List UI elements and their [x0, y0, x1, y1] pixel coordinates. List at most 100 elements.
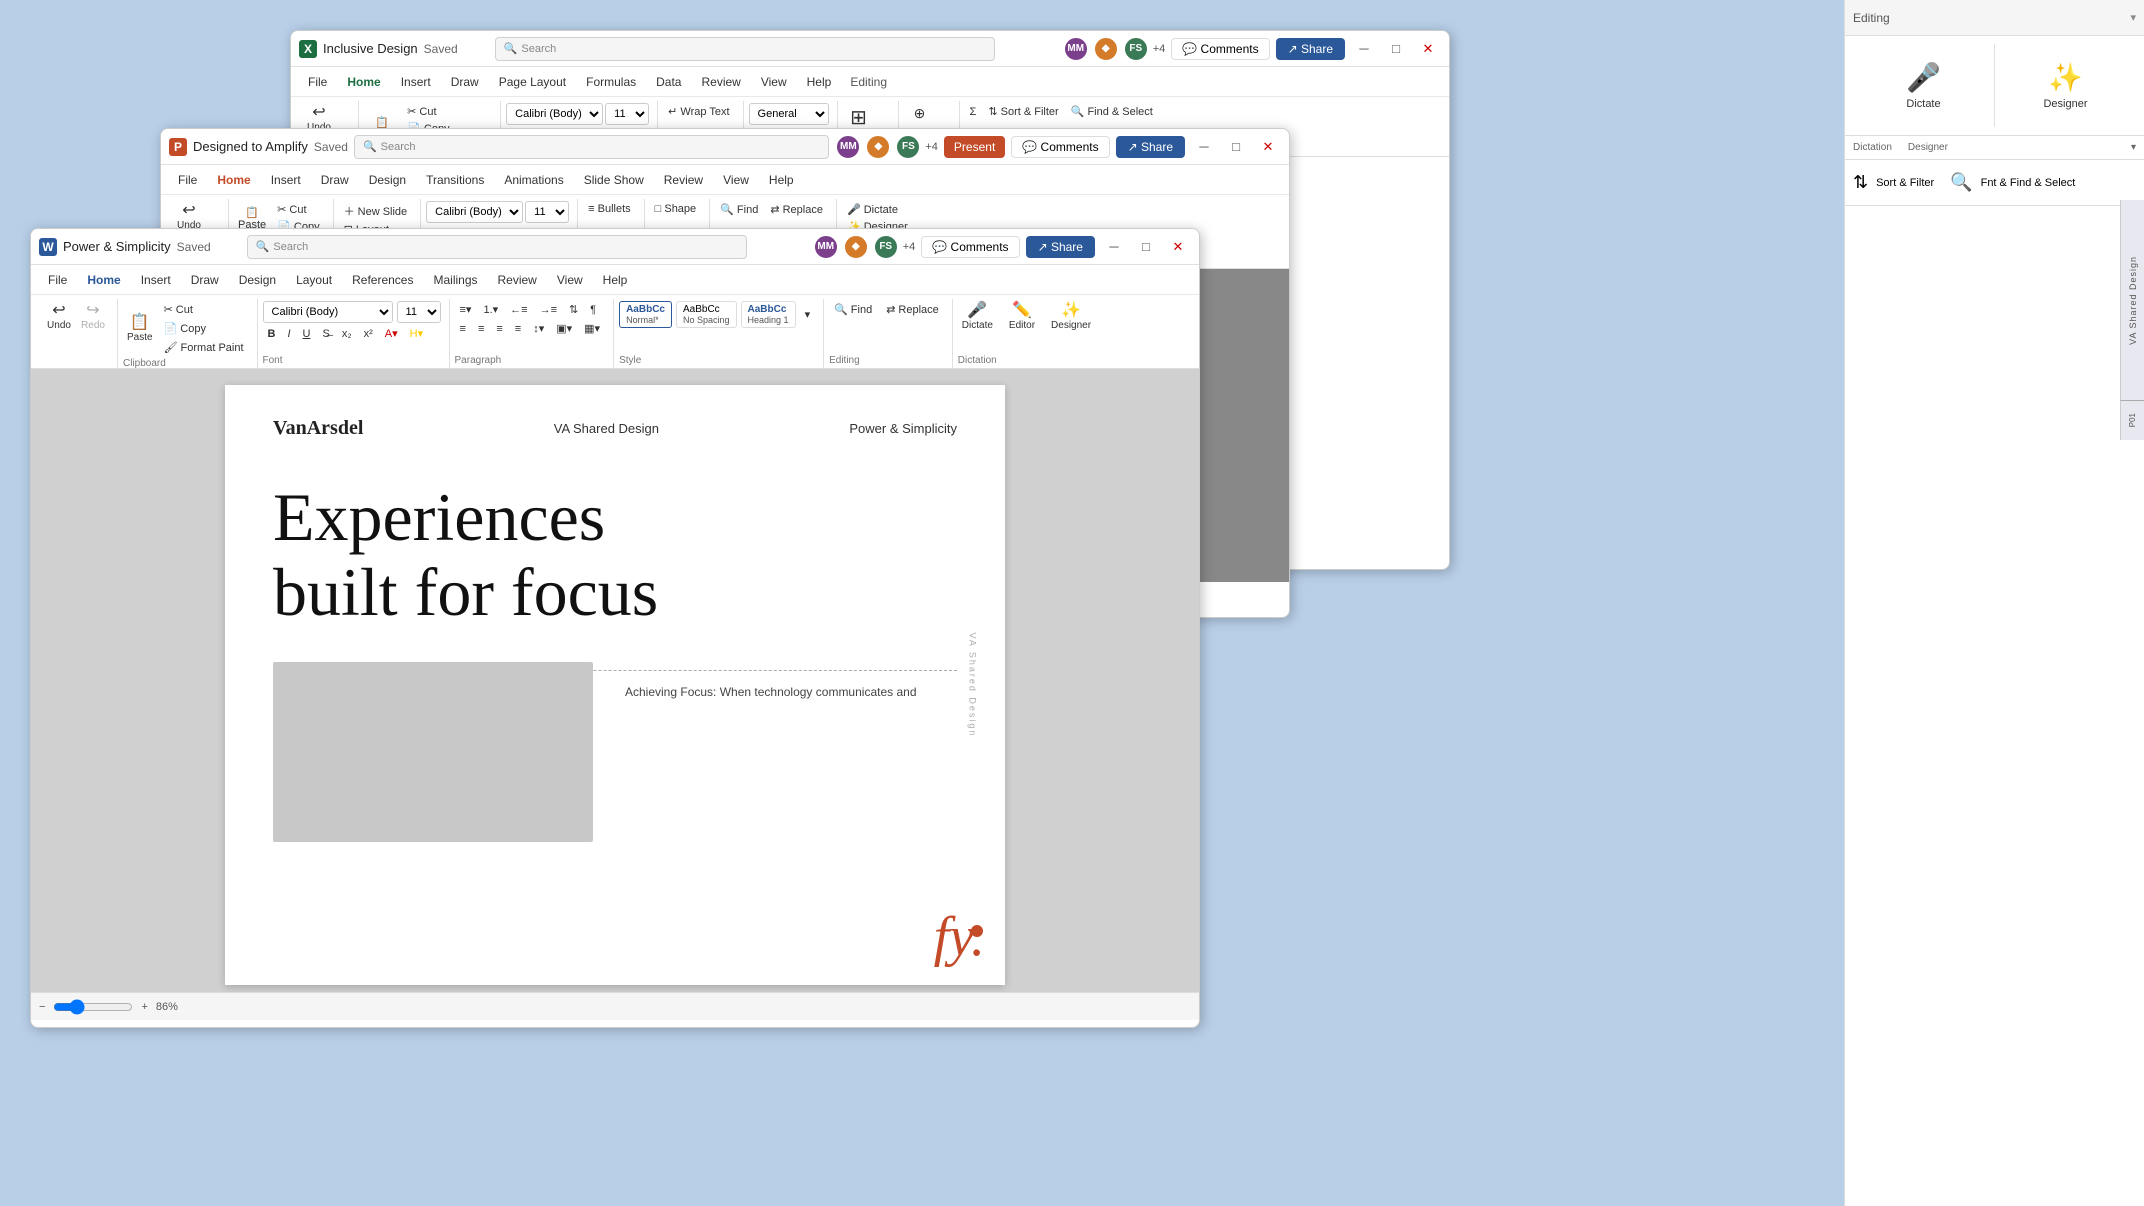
- word-cut-button[interactable]: ✂ Cut: [159, 301, 249, 318]
- excel-cut-button[interactable]: ✂ Cut: [402, 103, 441, 120]
- word-fontsize-select[interactable]: 11: [397, 301, 441, 323]
- ppt-cut-button[interactable]: ✂ Cut: [272, 201, 311, 218]
- ppt-minimize-button[interactable]: ─: [1191, 136, 1217, 158]
- excel-menu-insert[interactable]: Insert: [392, 72, 440, 92]
- ppt-maximize-button[interactable]: □: [1223, 136, 1249, 158]
- word-undo-button[interactable]: ↩Undo: [43, 301, 75, 333]
- excel-insert-cells-button[interactable]: ⊕: [904, 103, 936, 124]
- ppt-menu-file[interactable]: File: [169, 170, 206, 190]
- word-close-button[interactable]: ✕: [1165, 236, 1191, 258]
- word-menu-design[interactable]: Design: [230, 270, 285, 290]
- word-sort-button[interactable]: ⇅: [564, 301, 583, 318]
- word-menu-insert[interactable]: Insert: [132, 270, 180, 290]
- excel-menu-view[interactable]: View: [752, 72, 796, 92]
- ppt-shape-button[interactable]: □ Shape: [650, 201, 702, 217]
- ppt-replace-button[interactable]: ⇄ Replace: [765, 201, 828, 218]
- word-redo-button[interactable]: ↪Redo: [77, 301, 109, 333]
- excel-menu-data[interactable]: Data: [647, 72, 690, 92]
- word-align-left-button[interactable]: ≡: [455, 321, 471, 337]
- word-menu-mailings[interactable]: Mailings: [424, 270, 486, 290]
- word-menu-file[interactable]: File: [39, 270, 76, 290]
- excel-close-button[interactable]: ✕: [1415, 38, 1441, 60]
- word-align-center-button[interactable]: ≡: [473, 321, 489, 337]
- zoom-out-icon[interactable]: −: [39, 1001, 45, 1013]
- word-superscript-button[interactable]: x²: [359, 326, 378, 342]
- word-borders-button[interactable]: ▦▾: [579, 320, 605, 337]
- excel-menu-review[interactable]: Review: [692, 72, 749, 92]
- rp-expand[interactable]: ▾: [2131, 142, 2136, 153]
- word-underline-button[interactable]: U: [298, 326, 316, 342]
- word-menu-layout[interactable]: Layout: [287, 270, 341, 290]
- word-find-button[interactable]: 🔍 Find: [829, 301, 877, 318]
- ppt-comments-button[interactable]: 💬 Comments: [1011, 136, 1109, 158]
- word-numbering-button[interactable]: 1.▾: [478, 301, 503, 318]
- vertical-tab[interactable]: VA Shared Design: [2120, 200, 2144, 400]
- word-menu-draw[interactable]: Draw: [182, 270, 228, 290]
- word-paste-button[interactable]: 📋Paste: [123, 313, 157, 345]
- excel-menu-help[interactable]: Help: [798, 72, 841, 92]
- ppt-share-button[interactable]: ↗ Share: [1116, 136, 1185, 158]
- excel-menu-draw[interactable]: Draw: [442, 72, 488, 92]
- excel-font-select[interactable]: Calibri (Body): [506, 103, 603, 125]
- ppt-menu-transitions[interactable]: Transitions: [417, 170, 493, 190]
- zoom-in-icon[interactable]: +: [141, 1001, 147, 1013]
- rp-chevron[interactable]: ▾: [2130, 11, 2136, 24]
- word-style-normal[interactable]: AaBbCc Normal*: [619, 301, 672, 328]
- word-pilcrow-button[interactable]: ¶: [585, 302, 601, 318]
- word-indent-decrease-button[interactable]: ←≡: [505, 302, 532, 318]
- word-strikethrough-button[interactable]: S̶: [317, 326, 334, 342]
- word-linespacing-button[interactable]: ↕▾: [528, 320, 549, 337]
- ppt-search-box[interactable]: 🔍 Search: [354, 135, 829, 159]
- word-dictate-button[interactable]: 🎤 Dictate: [958, 301, 997, 333]
- word-menu-references[interactable]: References: [343, 270, 422, 290]
- excel-wrap-text-button[interactable]: ↵ Wrap Text: [663, 103, 734, 120]
- ppt-bullets-button[interactable]: ≡ Bullets: [583, 201, 636, 217]
- ppt-menu-view[interactable]: View: [714, 170, 758, 190]
- word-highlight-button[interactable]: H▾: [405, 325, 428, 342]
- word-menu-home[interactable]: Home: [78, 270, 129, 290]
- page-tab[interactable]: P01: [2120, 400, 2144, 440]
- word-subscript-button[interactable]: x₂: [337, 326, 357, 342]
- excel-menu-formulas[interactable]: Formulas: [577, 72, 645, 92]
- excel-menu-pagelayout[interactable]: Page Layout: [490, 72, 575, 92]
- ppt-fontsize-select[interactable]: 11: [525, 201, 569, 223]
- excel-search-box[interactable]: 🔍 Search: [495, 37, 995, 61]
- word-shading-button[interactable]: ▣▾: [551, 320, 577, 337]
- word-copy-button[interactable]: 📄 Copy: [159, 320, 249, 337]
- ppt-menu-insert[interactable]: Insert: [262, 170, 310, 190]
- word-styles-more-button[interactable]: ▾: [800, 306, 816, 323]
- excel-comments-button[interactable]: 💬 Comments: [1171, 38, 1269, 60]
- word-font-select[interactable]: Calibri (Body): [263, 301, 393, 323]
- ppt-menu-review[interactable]: Review: [655, 170, 712, 190]
- excel-share-button[interactable]: ↗ Share: [1276, 38, 1345, 60]
- word-style-heading1[interactable]: AaBbCc Heading 1: [741, 301, 796, 328]
- ppt-font-select[interactable]: Calibri (Body): [426, 201, 523, 223]
- word-minimize-button[interactable]: ─: [1101, 236, 1127, 258]
- excel-maximize-button[interactable]: □: [1383, 38, 1409, 60]
- word-indent-increase-button[interactable]: →≡: [535, 302, 562, 318]
- word-menu-help[interactable]: Help: [594, 270, 637, 290]
- word-bullets-button[interactable]: ≡▾: [455, 301, 477, 318]
- dictate-button[interactable]: 🎤 Dictate: [1853, 44, 1994, 127]
- word-align-right-button[interactable]: ≡: [491, 321, 507, 337]
- word-menu-review[interactable]: Review: [489, 270, 546, 290]
- excel-minimize-button[interactable]: ─: [1351, 38, 1377, 60]
- ppt-menu-design[interactable]: Design: [360, 170, 415, 190]
- word-replace-button[interactable]: ⇄ Replace: [881, 301, 944, 318]
- ppt-menu-draw[interactable]: Draw: [312, 170, 358, 190]
- word-italic-button[interactable]: I: [282, 326, 295, 342]
- word-designer-button[interactable]: ✨ Designer: [1047, 301, 1095, 333]
- excel-menu-home[interactable]: Home: [338, 72, 389, 92]
- excel-sum-button[interactable]: Σ: [965, 104, 982, 120]
- ppt-menu-home[interactable]: Home: [208, 170, 259, 190]
- ppt-dictate-button[interactable]: 🎤 Dictate: [842, 201, 903, 218]
- excel-menu-file[interactable]: File: [299, 72, 336, 92]
- ppt-new-slide-button[interactable]: ＋ New Slide: [339, 201, 413, 221]
- word-search-box[interactable]: 🔍 Search: [247, 235, 747, 259]
- ppt-find-button[interactable]: 🔍 Find: [715, 201, 763, 218]
- ppt-close-button[interactable]: ✕: [1255, 136, 1281, 158]
- excel-fontsize-select[interactable]: 11: [605, 103, 649, 125]
- ppt-menu-animations[interactable]: Animations: [495, 170, 572, 190]
- ppt-menu-slideshow[interactable]: Slide Show: [575, 170, 653, 190]
- excel-find-button[interactable]: 🔍 Find & Select: [1066, 103, 1158, 120]
